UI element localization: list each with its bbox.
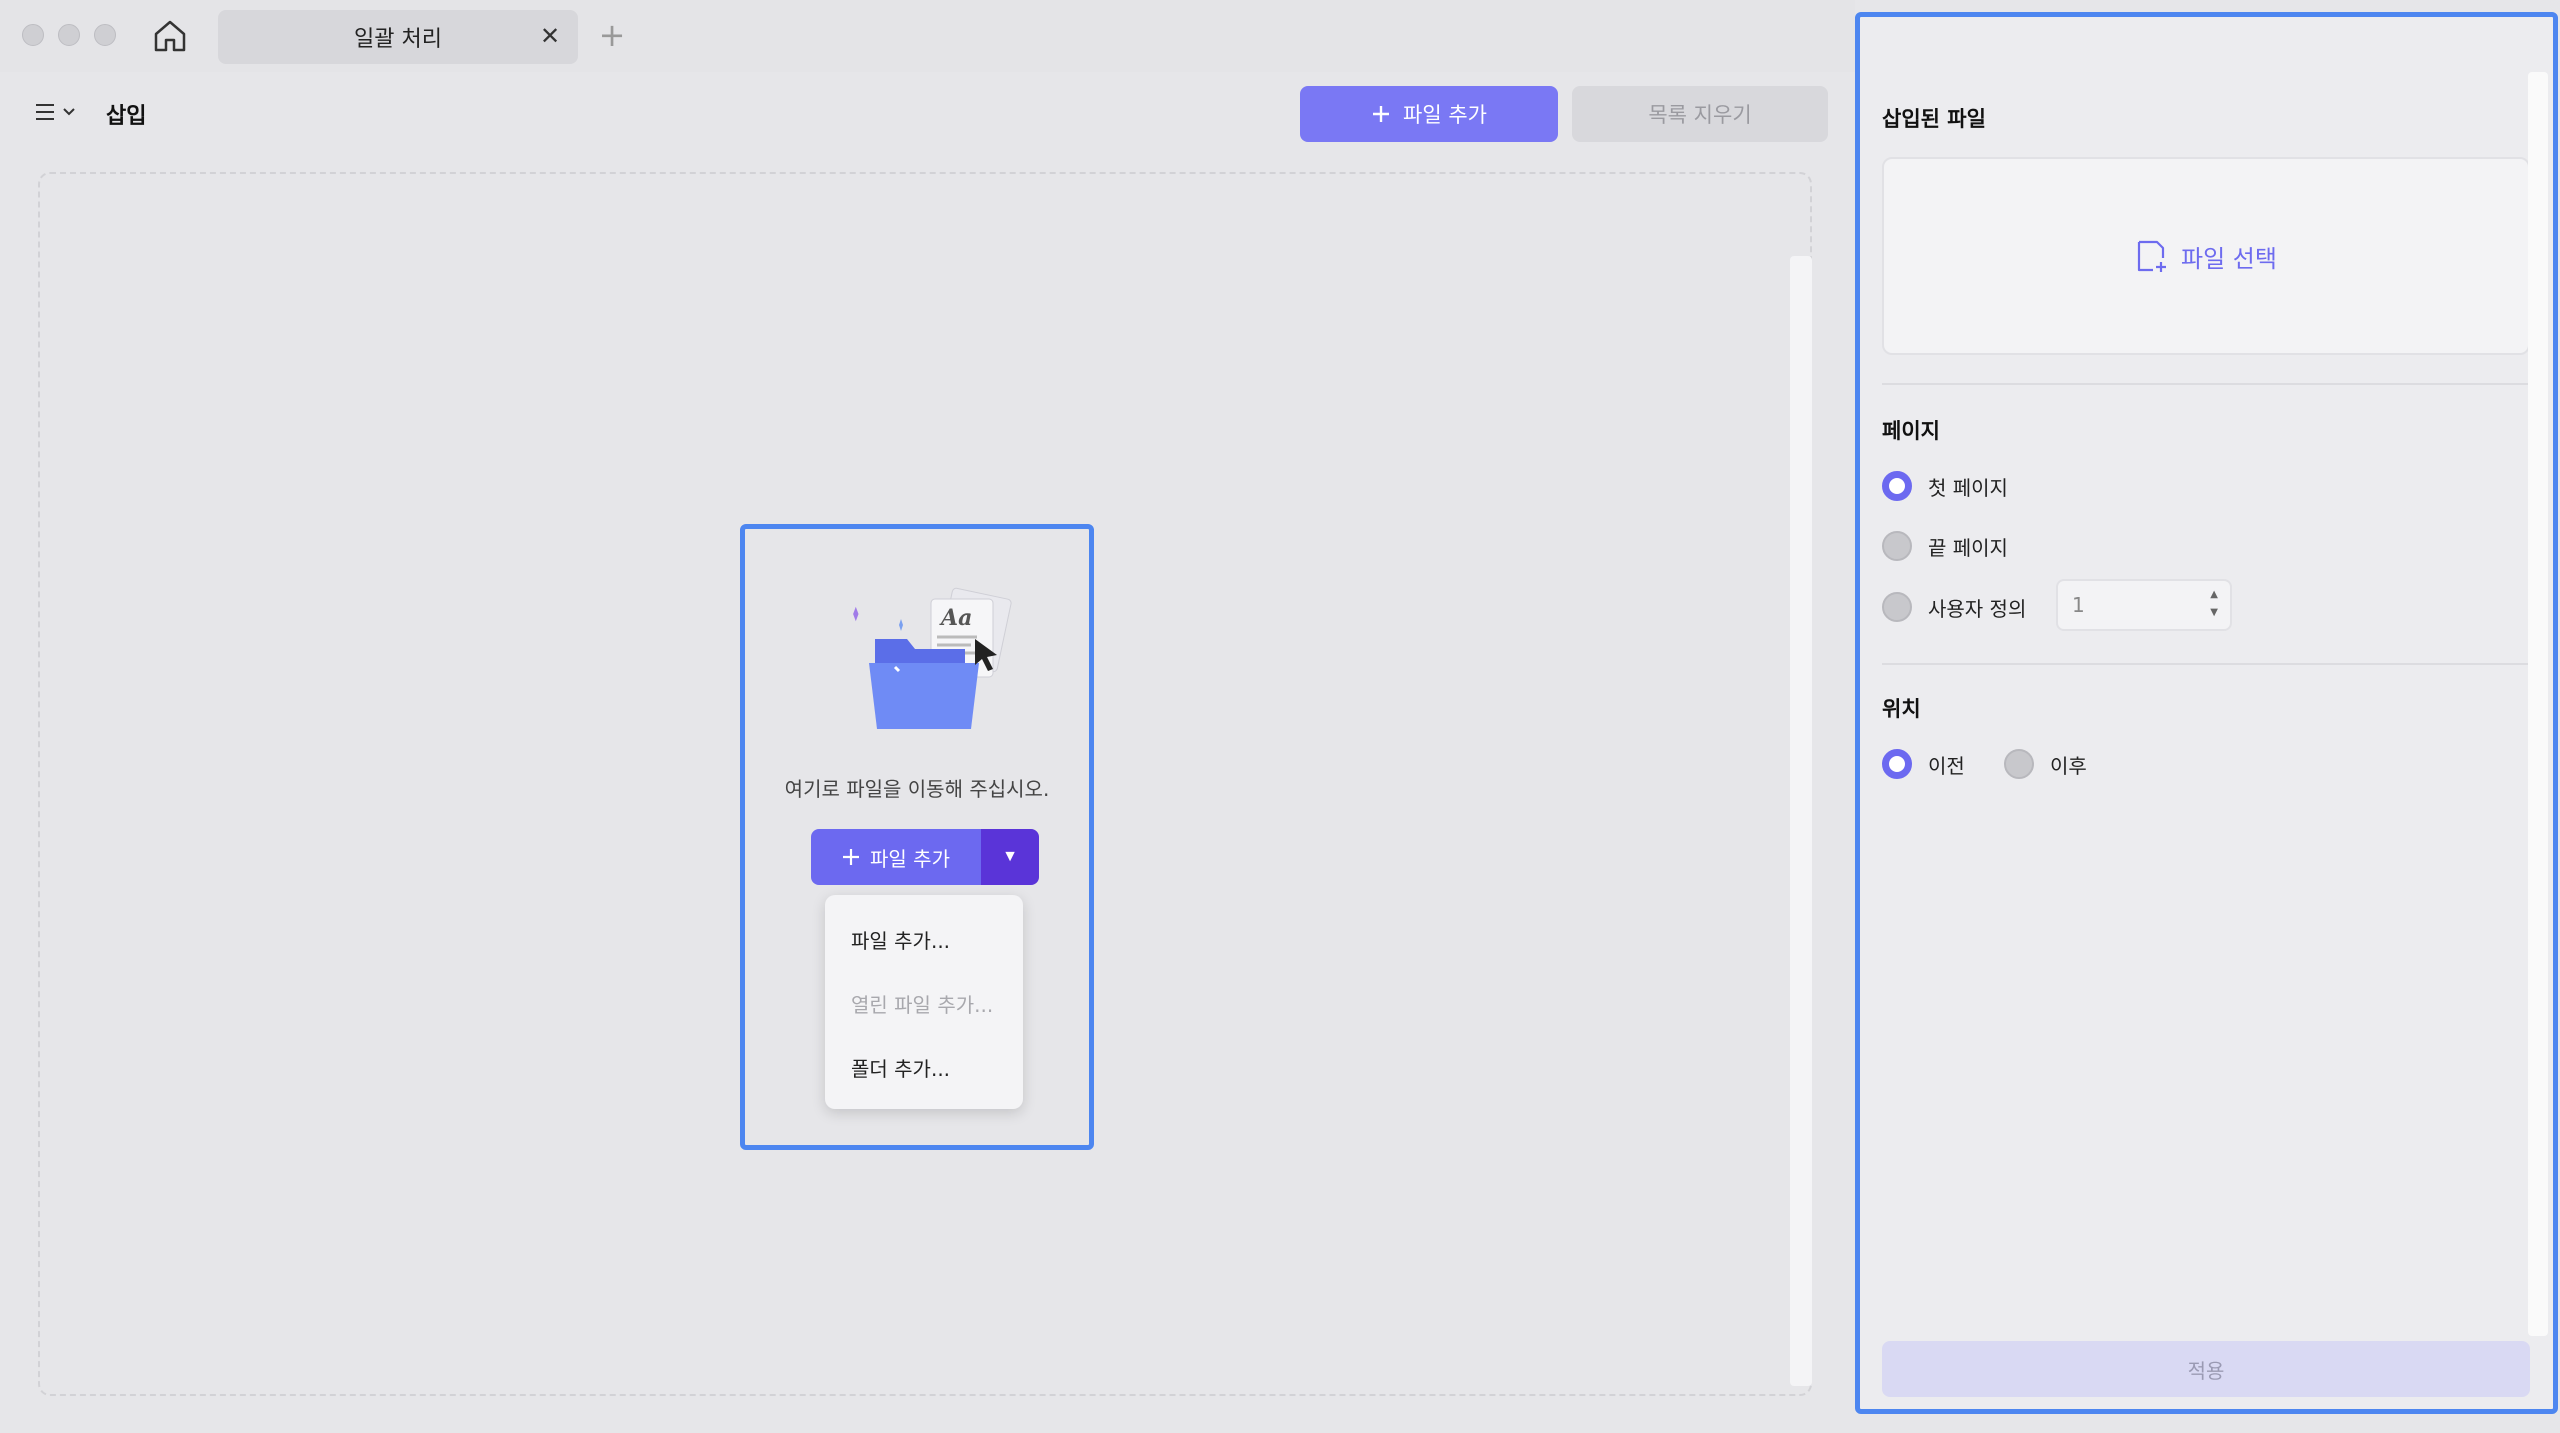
apply-button[interactable]: 적용 xyxy=(1882,1341,2530,1397)
svg-text:Aa: Aa xyxy=(939,605,972,631)
radio-label: 첫 페이지 xyxy=(1928,475,2008,500)
inserted-file-heading: 삽입된 파일 xyxy=(1882,107,1986,131)
clear-list-button[interactable]: 목록 지우기 xyxy=(1572,86,1828,142)
new-tab-button[interactable]: + xyxy=(598,18,626,52)
menu-item-add-folder[interactable]: 폴더 추가... xyxy=(825,1037,1023,1101)
home-icon[interactable] xyxy=(150,18,190,54)
menu-toggle-button[interactable] xyxy=(34,98,82,126)
stepper-down-icon[interactable]: ▼ xyxy=(2210,607,2218,618)
zoom-window-button[interactable] xyxy=(94,24,116,46)
radio-label: 사용자 정의 xyxy=(1928,596,2027,621)
file-select-button[interactable]: 파일 선택 xyxy=(1882,157,2530,355)
apply-label: 적용 xyxy=(2187,1358,2225,1383)
page-heading: 페이지 xyxy=(1882,419,1940,443)
plus-icon xyxy=(843,849,860,865)
radio-custom-page[interactable]: 사용자 정의 xyxy=(1882,592,2026,622)
split-button-label: 파일 추가 xyxy=(870,846,950,871)
radio-label: 이후 xyxy=(2050,753,2087,778)
divider xyxy=(1882,383,2532,385)
close-window-button[interactable] xyxy=(22,24,44,46)
divider xyxy=(1882,663,2532,665)
chevron-down-icon xyxy=(63,108,75,116)
menu-item-add-open-file: 열린 파일 추가... xyxy=(851,993,994,1017)
main-header: 삽입 파일 추가 목록 지우기 xyxy=(0,72,1855,152)
radio-unchecked-icon xyxy=(2004,749,2034,779)
list-icon xyxy=(36,104,54,120)
title-bar: 일괄 처리 ✕ + xyxy=(0,0,1855,72)
position-heading: 위치 xyxy=(1882,697,1921,721)
scrollbar[interactable] xyxy=(1790,256,1812,1386)
folder-illustration-icon: Aa xyxy=(845,579,1025,739)
drop-target-panel: Aa 여기로 파일을 이동해 주십시오. 파일 추가 ▼ 파일 추가... 열린… xyxy=(740,524,1094,1150)
tab-batch-processing[interactable]: 일괄 처리 ✕ xyxy=(218,10,578,64)
panel-scrollbar[interactable] xyxy=(2528,72,2548,1336)
file-select-label: 파일 선택 xyxy=(2181,244,2277,273)
insert-settings-panel: 삽입된 파일 파일 선택 페이지 첫 페이지 끝 페이지 사용자 정의 1 ▲ … xyxy=(1855,12,2558,1414)
radio-after[interactable]: 이후 xyxy=(2004,749,2087,779)
add-file-dropdown-toggle[interactable]: ▼ xyxy=(981,829,1039,885)
add-file-label: 파일 추가 xyxy=(1403,103,1487,127)
caret-down-icon: ▼ xyxy=(1002,848,1018,865)
radio-checked-icon xyxy=(1882,471,1912,501)
radio-last-page[interactable]: 끝 페이지 xyxy=(1882,531,2008,561)
radio-label: 끝 페이지 xyxy=(1928,535,2008,560)
radio-checked-icon xyxy=(1882,749,1912,779)
drop-instruction-text: 여기로 파일을 이동해 주십시오. xyxy=(784,777,1050,801)
menu-item-add-file[interactable]: 파일 추가... xyxy=(825,909,1023,973)
minimize-window-button[interactable] xyxy=(58,24,80,46)
page-title: 삽입 xyxy=(106,104,147,129)
add-file-main-button[interactable]: 파일 추가 xyxy=(811,829,981,885)
add-file-split-button: 파일 추가 ▼ xyxy=(811,829,1039,885)
radio-before[interactable]: 이전 xyxy=(1882,749,1965,779)
custom-page-value: 1 xyxy=(2072,593,2085,617)
radio-unchecked-icon xyxy=(1882,592,1912,622)
radio-unchecked-icon xyxy=(1882,531,1912,561)
radio-first-page[interactable]: 첫 페이지 xyxy=(1882,471,2008,501)
add-file-button[interactable]: 파일 추가 xyxy=(1300,86,1558,142)
add-file-dropdown-menu: 파일 추가... 열린 파일 추가... 폴더 추가... xyxy=(825,895,1023,1109)
add-file-icon xyxy=(2137,240,2167,272)
custom-page-stepper[interactable]: 1 ▲ ▼ xyxy=(2056,579,2232,631)
tab-close-icon[interactable]: ✕ xyxy=(536,22,564,50)
clear-list-label: 목록 지우기 xyxy=(1648,103,1752,127)
tab-label: 일괄 처리 xyxy=(354,27,442,52)
radio-label: 이전 xyxy=(1928,753,1965,778)
stepper-up-icon[interactable]: ▲ xyxy=(2210,589,2218,600)
plus-icon xyxy=(1373,106,1390,122)
